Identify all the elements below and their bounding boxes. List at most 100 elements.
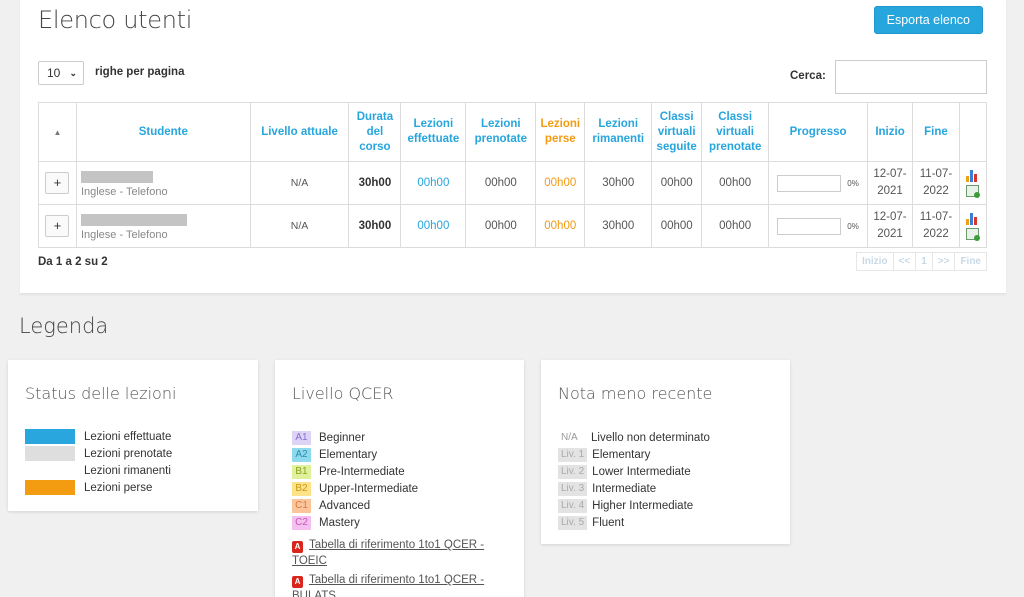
qcer-list: A1 Beginner A2 Elementary B1 Pre-Intermedia… — [292, 429, 418, 531]
status-label: Lezioni rimanenti — [84, 464, 171, 477]
col-cv-seguite[interactable]: Classi virtuali seguite — [651, 102, 703, 162]
nota-label: Elementary — [592, 448, 651, 461]
col-progresso[interactable]: Progresso — [768, 102, 869, 162]
status-swatch — [25, 429, 75, 444]
col-durata[interactable]: Durata del corso — [348, 102, 402, 162]
sort-column[interactable]: ▲ — [38, 102, 77, 162]
progress-bar — [777, 217, 842, 235]
lost-cell: 00h00 — [535, 161, 586, 205]
remaining-cell: 30h00 — [584, 161, 653, 205]
status-label: Lezioni effettuate — [84, 430, 172, 443]
ref-label: Tabella di riferimento 1to1 QCER - TOEIC — [292, 539, 485, 567]
student-name-redacted — [80, 213, 187, 226]
level-badge: C1 — [292, 498, 311, 513]
pager-first[interactable]: Inizio — [855, 252, 894, 271]
col-prenotate[interactable]: Lezioni prenotate — [465, 102, 537, 162]
course-label: Inglese - Telefono — [80, 228, 168, 241]
page-size-select[interactable]: 10 ⌄ — [38, 61, 84, 85]
pager-prev[interactable]: << — [892, 252, 917, 271]
nota-label: Higher Intermediate — [592, 499, 694, 512]
list-item: Liv. 4 Higher Intermediate — [558, 497, 710, 514]
status-swatch — [25, 463, 75, 478]
expand-row-button[interactable]: + — [45, 215, 70, 237]
table-row: + Inglese - Telefono N/A 30h00 00h00 00h… — [38, 161, 988, 205]
level-label: Upper-Intermediate — [319, 482, 419, 495]
list-item: N/A Livello non determinato — [558, 429, 710, 446]
list-item: Liv. 5 Fluent — [558, 514, 710, 531]
course-label: Inglese - Telefono — [80, 185, 168, 198]
table-info: Da 1 a 2 su 2 — [38, 256, 108, 268]
booked-cell: 00h00 — [465, 161, 537, 205]
legend-nota-card: Nota meno recente N/A Livello non determi… — [541, 360, 790, 544]
nota-list: N/A Livello non determinato Liv. 1 Element… — [558, 429, 710, 531]
progress-bar — [777, 174, 842, 192]
legend-qcer-card: Livello QCER A1 Beginner A2 Elementary B1 P… — [275, 360, 524, 597]
level-label: Pre-Intermediate — [319, 465, 405, 478]
list-item: Liv. 1 Elementary — [558, 446, 710, 463]
level-badge: B2 — [292, 481, 311, 496]
qcer-references: A Tabella di riferimento 1to1 QCER - TOEI… — [292, 537, 507, 597]
start-date-cell: 12-07-2021 — [867, 204, 913, 248]
vc-booked-cell: 00h00 — [701, 204, 770, 248]
status-label: Lezioni prenotate — [84, 447, 173, 460]
duration-cell: 30h00 — [348, 204, 402, 248]
list-item: C2 Mastery — [292, 514, 418, 531]
nota-label: Livello non determinato — [591, 431, 710, 444]
search-input[interactable] — [835, 60, 987, 94]
calendar-check-icon[interactable] — [966, 227, 981, 241]
done-cell: 00h00 — [400, 161, 467, 205]
bar-chart-icon[interactable] — [966, 212, 979, 225]
level-badge: A1 — [292, 430, 311, 445]
list-item: Lezioni rimanenti — [25, 462, 172, 479]
export-button[interactable]: Esporta elenco — [873, 6, 983, 34]
nota-badge: N/A — [561, 431, 578, 443]
col-effettuate[interactable]: Lezioni effettuate — [400, 102, 467, 162]
users-table: ▲ Studente Livello attuale Durata del co… — [38, 102, 988, 248]
col-inizio[interactable]: Inizio — [867, 102, 913, 162]
chevron-down-icon: ⌄ — [69, 67, 77, 78]
sort-arrow-icon: ▲ — [53, 127, 62, 137]
level-label: Advanced — [319, 499, 371, 512]
vc-done-cell: 00h00 — [651, 204, 703, 248]
level-cell: N/A — [249, 204, 350, 248]
nota-label: Intermediate — [592, 482, 657, 495]
calendar-check-icon[interactable] — [966, 184, 981, 198]
qcer-card-title: Livello QCER — [292, 384, 394, 403]
pager-next[interactable]: >> — [931, 252, 956, 271]
col-rimanenti[interactable]: Lezioni rimanenti — [584, 102, 653, 162]
table-header-row: ▲ Studente Livello attuale Durata del co… — [38, 102, 988, 162]
end-date-cell: 11-07-2022 — [912, 204, 960, 248]
vc-done-cell: 00h00 — [651, 161, 703, 205]
col-fine[interactable]: Fine — [912, 102, 960, 162]
pager-page[interactable]: 1 — [915, 252, 933, 271]
level-badge: A2 — [292, 447, 311, 462]
vc-booked-cell: 00h00 — [701, 161, 770, 205]
col-perse[interactable]: Lezioni perse — [535, 102, 586, 162]
pager-last[interactable]: Fine — [954, 252, 987, 271]
page-title: Elenco utenti — [38, 6, 193, 34]
lost-cell: 00h00 — [535, 204, 586, 248]
list-item: A2 Elementary — [292, 446, 418, 463]
status-card-title: Status delle lezioni — [25, 384, 177, 403]
col-cv-prenotate[interactable]: Classi virtuali prenotate — [701, 102, 770, 162]
user-list-panel: Elenco utenti Esporta elenco 10 ⌄ righe … — [20, 0, 1006, 294]
nota-badge: Liv. 4 — [558, 498, 588, 513]
nota-label: Fluent — [592, 516, 625, 529]
nota-label: Lower Intermediate — [592, 465, 691, 478]
expand-row-button[interactable]: + — [45, 172, 70, 194]
page-size-label: righe per pagina — [95, 66, 185, 78]
col-studente[interactable]: Studente — [75, 102, 251, 162]
list-item: B2 Upper-Intermediate — [292, 480, 418, 497]
level-label: Mastery — [319, 516, 360, 529]
toeic-reference-link[interactable]: A Tabella di riferimento 1to1 QCER - TOEI… — [292, 537, 507, 569]
done-cell: 00h00 — [400, 204, 467, 248]
legend-title: Legenda — [19, 314, 109, 338]
pdf-icon: A — [292, 541, 303, 553]
nota-badge: Liv. 1 — [558, 447, 588, 462]
status-swatch — [25, 446, 75, 461]
list-item: Lezioni prenotate — [25, 445, 172, 462]
bulats-reference-link[interactable]: A Tabella di riferimento 1to1 QCER - BULA… — [292, 572, 507, 597]
col-livello[interactable]: Livello attuale — [249, 102, 350, 162]
bar-chart-icon[interactable] — [966, 169, 979, 182]
level-badge: B1 — [292, 464, 311, 479]
